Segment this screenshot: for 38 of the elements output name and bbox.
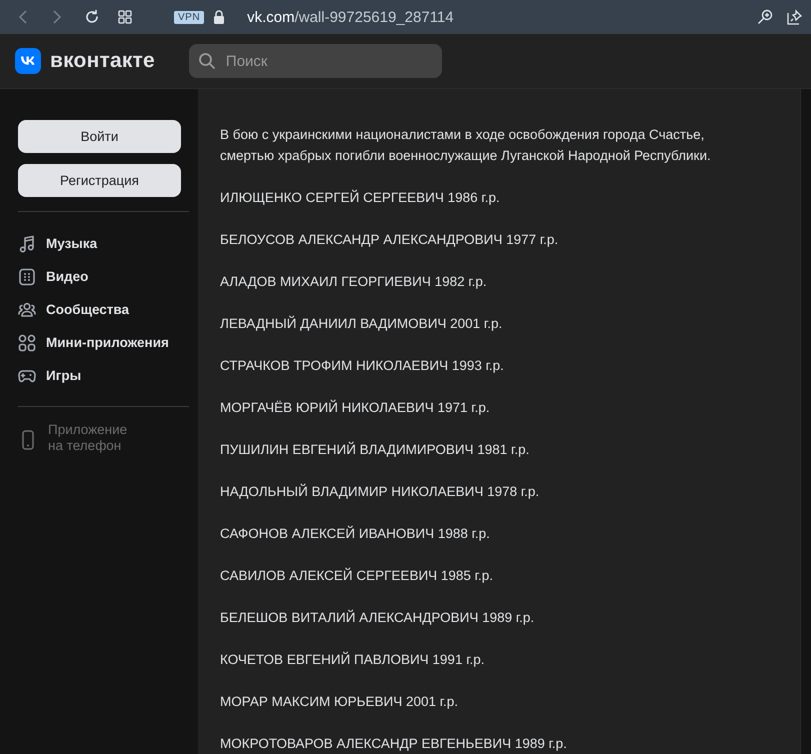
name-line: САФОНОВ АЛЕКСЕЙ ИВАНОВИЧ 1988 г.р.	[220, 524, 491, 543]
name-line: САВИЛОВ АЛЕКСЕЙ СЕРГЕЕВИЧ 1985 г.р.	[220, 566, 494, 585]
name-line: АЛАДОВ МИХАИЛ ГЕОРГИЕВИЧ 1982 г.р.	[220, 273, 488, 291]
logo-icon[interactable]	[15, 48, 41, 74]
lock-icon	[213, 10, 226, 24]
dice-icon	[18, 268, 36, 286]
name-line: КОЧЕТОВ ЕВГЕНИЙ ПАВЛОВИЧ 1991 г.р.	[220, 650, 486, 669]
address-bar-url[interactable]: vk.com/wall-99725619_287114	[247, 8, 454, 26]
music-note-icon	[18, 234, 36, 252]
name-line: НАДОЛЬНЫЙ ВЛАДИМИР НИКОЛАЕВИЧ 1978 г.р.	[220, 482, 540, 501]
name-line: МОРАР МАКСИМ ЮРЬЕВИЧ 2001 г.р.	[220, 693, 460, 711]
name-line: ИЛЮЩЕНКО СЕРГЕЙ СЕРГЕЕВИЧ 1986 г.р.	[220, 188, 501, 207]
menu-item[interactable]: Мини-приложения	[18, 326, 189, 359]
name-line: ЛЕВАДНЫЙ ДАНИИЛ ВАДИМОВИЧ 2001 г.р.	[220, 314, 504, 333]
tabs-grid-icon[interactable]	[118, 10, 132, 24]
people-icon	[18, 300, 36, 318]
menu-item[interactable]: Музыка	[18, 227, 189, 260]
post-paragraph: В бою с украинскими националистами в ходе освобождения города Счастье, смертью храбрых погибли военнослужащие Луганской Народной Республики.	[220, 126, 712, 165]
menu-item[interactable]: Игры	[18, 359, 189, 392]
name-line: МОКРОТОВАРОВ АЛЕКСАНДР ЕВГЕНЬЕВИЧ 1989 г.р.	[220, 735, 568, 753]
register-button[interactable]: Регистрация	[18, 164, 181, 197]
vpn-badge[interactable]: VPN	[174, 10, 204, 24]
search-icon	[198, 52, 216, 70]
search-field[interactable]: Поиск	[188, 44, 442, 78]
menu-item[interactable]: Видео	[18, 260, 189, 293]
reload-icon[interactable]	[84, 9, 100, 25]
menu-item[interactable]: Сообщества	[18, 293, 189, 326]
grid-icon	[18, 334, 36, 352]
logo-text: вконтакте	[50, 49, 155, 73]
zoom-in-icon[interactable]	[757, 9, 773, 25]
name-line: СТРАЧКОВ ТРОФИМ НИКОЛАЕВИЧ 1993 г.р.	[220, 357, 505, 375]
pin-icon[interactable]	[787, 9, 803, 25]
login-button[interactable]: Войти	[18, 120, 181, 153]
name-line: ПУШИЛИН ЕВГЕНИЙ ВЛАДИМИРОВИЧ 1981 г.р.	[220, 440, 530, 459]
name-line: МОРГАЧЁВ ЮРИЙ НИКОЛАЕВИЧ 1971 г.р.	[220, 398, 491, 417]
phone-icon	[22, 430, 34, 450]
name-line: БЕЛОУСОВ АЛЕКСАНДР АЛЕКСАНДРОВИЧ 1977 г.р.	[220, 231, 560, 249]
name-line: БЕЛЕШОВ ВИТАЛИЙ АЛЕКСАНДРОВИЧ 1989 г.р.	[220, 608, 536, 627]
